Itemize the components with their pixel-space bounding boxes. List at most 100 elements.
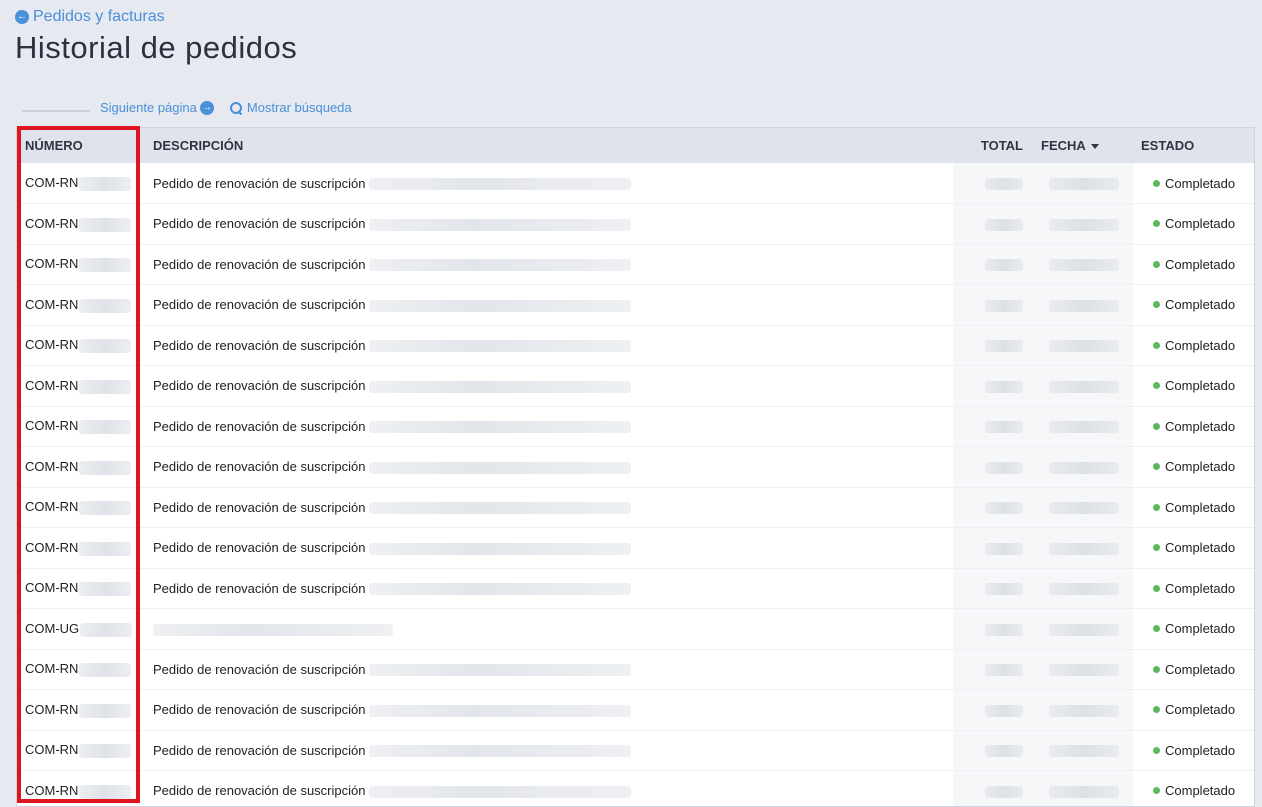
status-cell: Completado	[1133, 284, 1254, 326]
redacted-date	[1049, 299, 1119, 312]
redacted-date	[1049, 461, 1119, 474]
redacted-date	[1049, 421, 1119, 434]
orders-table-body: COM-RN Pedido de renovación de suscripció…	[17, 163, 1254, 806]
description-text: Pedido de renovación de suscripción	[153, 256, 366, 272]
order-number-cell[interactable]: COM-RN	[17, 770, 145, 806]
redacted-total	[985, 664, 1023, 677]
table-row[interactable]: COM-RN Pedido de renovación de suscripció…	[17, 406, 1254, 447]
column-header-fecha[interactable]: FECHA	[1041, 128, 1133, 163]
back-link-label: Pedidos y facturas	[33, 8, 165, 25]
status-text: Completado	[1165, 661, 1236, 677]
status-cell: Completado	[1133, 203, 1254, 245]
table-row[interactable]: COM-RN Pedido de renovación de suscripció…	[17, 446, 1254, 488]
redacted-total	[985, 259, 1023, 272]
status-cell: Completado	[1133, 487, 1254, 528]
redacted-date	[1049, 745, 1119, 758]
table-row[interactable]: COM-RN Pedido de renovación de suscripció…	[17, 203, 1254, 245]
table-row[interactable]: COM-RN Pedido de renovación de suscripció…	[17, 568, 1254, 609]
status-cell: Completado	[1133, 730, 1254, 771]
order-number-cell[interactable]: COM-RN	[17, 163, 145, 204]
total-cell	[953, 406, 1041, 447]
status-cell: Completado	[1133, 568, 1254, 609]
redacted-order-number	[79, 460, 132, 475]
status-text: Completado	[1165, 580, 1236, 596]
table-row[interactable]: COM-RN Pedido de renovación de suscripció…	[17, 284, 1254, 326]
order-number-cell[interactable]: COM-RN	[17, 244, 145, 285]
redacted-total	[985, 704, 1023, 717]
table-row[interactable]: COM-UG Completado	[17, 608, 1254, 650]
caret-down-icon	[1090, 144, 1099, 150]
status-cell: Completado	[1133, 446, 1254, 488]
next-page-link[interactable]: Siguiente página →	[100, 100, 214, 115]
order-number-cell[interactable]: COM-RN	[17, 446, 145, 488]
table-row[interactable]: COM-RN Pedido de renovación de suscripció…	[17, 325, 1254, 366]
redacted-order-number	[79, 298, 132, 313]
table-row[interactable]: COM-RN Pedido de renovación de suscripció…	[17, 365, 1254, 407]
description-text: Pedido de renovación de suscripción	[153, 378, 366, 394]
order-number-cell[interactable]: COM-RN	[17, 730, 145, 771]
description-text: Pedido de renovación de suscripción	[153, 297, 366, 313]
total-cell	[953, 527, 1041, 569]
order-number-cell[interactable]: COM-RN	[17, 325, 145, 366]
table-row[interactable]: COM-RN Pedido de renovación de suscripció…	[17, 649, 1254, 690]
description-cell: Pedido de renovación de suscripción	[145, 730, 953, 771]
column-header-numero[interactable]: NÚMERO	[17, 128, 145, 163]
redacted-description	[369, 380, 632, 393]
status-dot-icon	[1153, 706, 1160, 714]
table-row[interactable]: COM-RN Pedido de renovación de suscripció…	[17, 730, 1254, 771]
status-dot-icon	[1153, 746, 1160, 754]
show-search-label: Mostrar búsqueda	[246, 100, 352, 115]
column-header-estado[interactable]: ESTADO	[1133, 128, 1254, 163]
order-number-cell[interactable]: COM-RN	[17, 568, 145, 609]
pagination-toolbar: Siguiente página → Mostrar búsqueda	[22, 100, 352, 115]
redacted-order-number	[79, 258, 132, 273]
column-header-total[interactable]: TOTAL	[953, 128, 1041, 163]
status-dot-icon	[1153, 503, 1160, 511]
order-number-prefix: COM-RN	[25, 539, 79, 555]
status-text: Completado	[1165, 418, 1236, 434]
table-row[interactable]: COM-RN Pedido de renovación de suscripció…	[17, 163, 1254, 204]
table-row[interactable]: COM-RN Pedido de renovación de suscripció…	[17, 527, 1254, 569]
redacted-total	[985, 785, 1023, 798]
order-number-cell[interactable]: COM-UG	[17, 608, 145, 650]
table-header-row: NÚMERO DESCRIPCIÓN TOTAL FECHA ESTADO	[17, 128, 1254, 163]
table-row[interactable]: COM-RN Pedido de renovación de suscripció…	[17, 244, 1254, 285]
date-cell	[1041, 770, 1133, 806]
order-number-cell[interactable]: COM-RN	[17, 406, 145, 447]
description-text: Pedido de renovación de suscripción	[153, 337, 366, 353]
redacted-description	[369, 745, 632, 758]
order-number-prefix: COM-RN	[25, 175, 79, 191]
back-link-orders-invoices[interactable]: ← Pedidos y facturas	[15, 8, 165, 26]
order-number-cell[interactable]: COM-RN	[17, 365, 145, 407]
order-number-cell[interactable]: COM-RN	[17, 203, 145, 245]
description-text: Pedido de renovación de suscripción	[153, 580, 366, 596]
table-row[interactable]: COM-RN Pedido de renovación de suscripció…	[17, 770, 1254, 806]
description-cell: Pedido de renovación de suscripción	[145, 527, 953, 569]
redacted-description	[369, 542, 632, 555]
table-row[interactable]: COM-RN Pedido de renovación de suscripció…	[17, 689, 1254, 731]
date-cell	[1041, 527, 1133, 569]
redacted-date	[1049, 259, 1119, 272]
status-text: Completado	[1165, 499, 1236, 515]
redacted-date	[1049, 542, 1119, 555]
order-number-prefix: COM-RN	[25, 580, 79, 596]
redacted-date	[1049, 623, 1119, 636]
redacted-description	[369, 664, 632, 677]
table-row[interactable]: COM-RN Pedido de renovación de suscripció…	[17, 487, 1254, 528]
order-number-cell[interactable]: COM-RN	[17, 487, 145, 528]
show-search-link[interactable]: Mostrar búsqueda	[229, 100, 352, 115]
column-header-descripcion[interactable]: DESCRIPCIÓN	[145, 128, 953, 163]
redacted-order-number	[79, 420, 132, 435]
status-cell: Completado	[1133, 649, 1254, 690]
description-cell: Pedido de renovación de suscripción	[145, 244, 953, 285]
status-dot-icon	[1153, 179, 1160, 187]
status-text: Completado	[1165, 256, 1236, 272]
order-number-cell[interactable]: COM-RN	[17, 527, 145, 569]
order-number-cell[interactable]: COM-RN	[17, 649, 145, 690]
redacted-description	[153, 623, 393, 636]
order-number-cell[interactable]: COM-RN	[17, 689, 145, 731]
redacted-order-number	[79, 339, 132, 354]
order-number-cell[interactable]: COM-RN	[17, 284, 145, 326]
redacted-date	[1049, 664, 1119, 677]
total-cell	[953, 487, 1041, 528]
